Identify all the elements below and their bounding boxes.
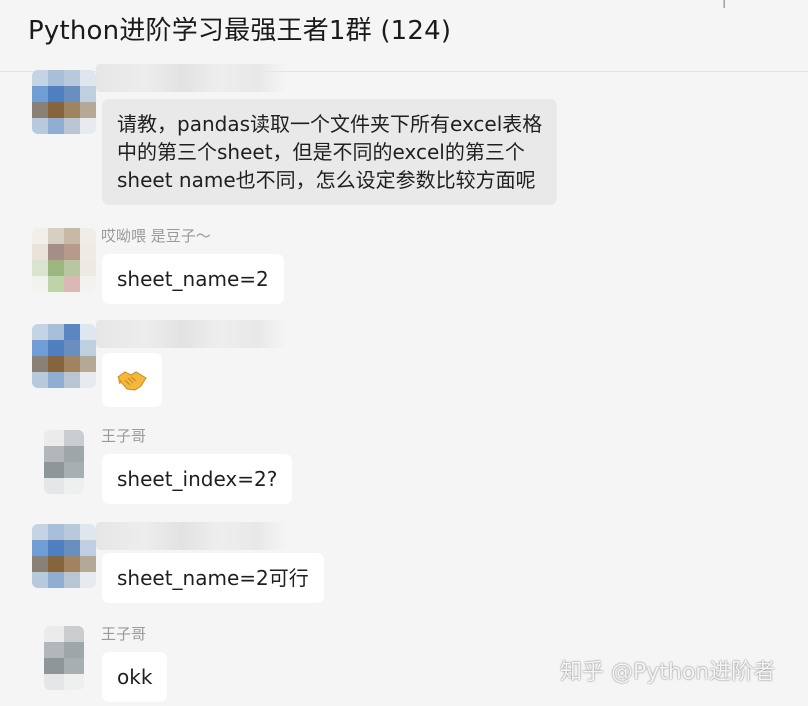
watermark: 知乎 @Python进阶者 xyxy=(560,660,776,685)
sender-name-blurred xyxy=(96,522,286,550)
message-text-line: 中的第三个sheet，但是不同的excel的第三个 xyxy=(117,140,525,164)
avatar[interactable] xyxy=(32,524,96,588)
message-bubble[interactable]: sheet_name=2可行 xyxy=(102,553,324,603)
handshake-emoji-icon xyxy=(117,371,147,391)
message-bubble[interactable]: sheet_name=2 xyxy=(102,254,284,304)
sender-name: 哎呦喂 是豆子～ xyxy=(101,227,211,245)
pin-icon[interactable]: ⊤ xyxy=(718,0,730,12)
chat-header: Python进阶学习最强王者1群 (124) ⊤ xyxy=(0,0,808,72)
message-text: sheet_name=2 xyxy=(117,267,269,291)
avatar[interactable] xyxy=(44,430,84,494)
message-text: okk xyxy=(117,665,153,689)
message-text: sheet_name=2可行 xyxy=(117,566,309,590)
sender-name: 王子哥 xyxy=(101,625,147,643)
avatar[interactable] xyxy=(44,626,84,690)
message-bubble[interactable] xyxy=(102,353,162,407)
message-bubble[interactable]: sheet_index=2? xyxy=(102,454,293,504)
message-bubble[interactable]: okk xyxy=(102,652,168,702)
message-text-line: sheet name也不同，怎么设定参数比较方面呢 xyxy=(117,168,536,192)
avatar[interactable] xyxy=(32,228,96,292)
sender-name: 王子哥 xyxy=(101,427,147,445)
message-bubble[interactable]: 请教，pandas读取一个文件夹下所有excel表格 中的第三个sheet，但是… xyxy=(102,99,558,205)
chat-title: Python进阶学习最强王者1群 (124) xyxy=(28,16,452,46)
avatar[interactable] xyxy=(32,70,96,134)
message-text: sheet_index=2? xyxy=(117,467,278,491)
message-text-line: 请教，pandas读取一个文件夹下所有excel表格 xyxy=(117,112,543,136)
sender-name-blurred xyxy=(96,320,286,348)
avatar[interactable] xyxy=(32,324,96,388)
sender-name-blurred xyxy=(96,64,286,92)
